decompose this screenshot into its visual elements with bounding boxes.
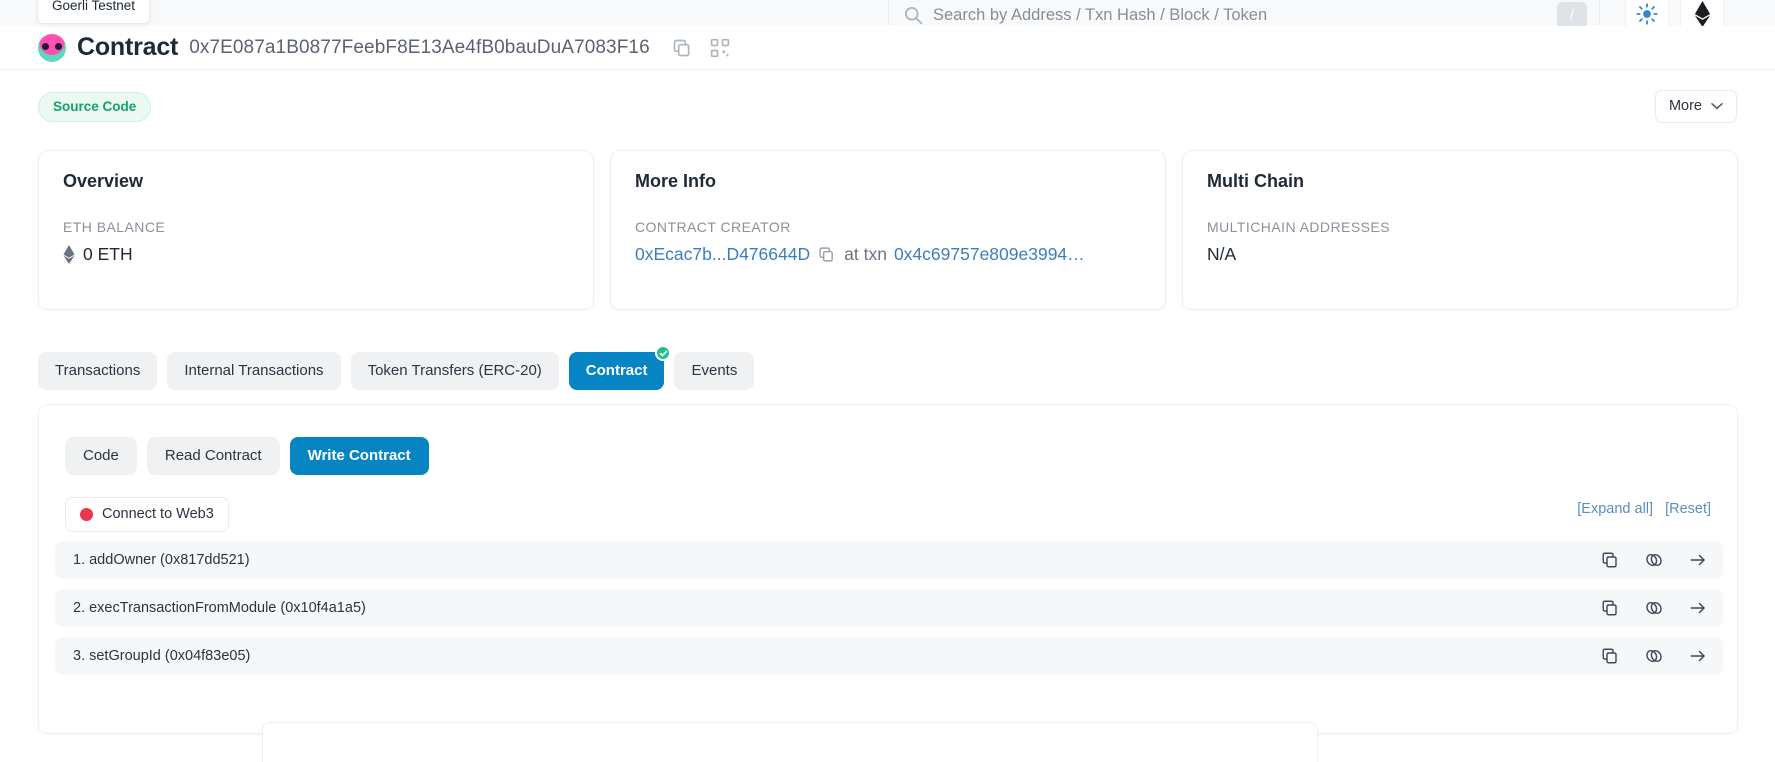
tab-contract[interactable]: Contract	[568, 345, 672, 390]
multichain-addresses-value: N/A	[1207, 244, 1237, 264]
contract-creator-row: 0xEcac7b...D476644D at txn 0x4c69757e809…	[635, 244, 1141, 265]
function-list: 1. addOwner (0x817dd521) 2. execTransact…	[55, 541, 1723, 685]
function-label: 3. setGroupId (0x04f83e05)	[73, 648, 251, 664]
more-button-label: More	[1668, 98, 1702, 114]
arrow-right-icon[interactable]	[1689, 647, 1707, 665]
panel-tool-links: [Expand all] [Reset]	[1577, 501, 1711, 517]
sun-icon	[1636, 3, 1658, 25]
ethereum-icon	[1694, 1, 1710, 27]
search-placeholder-text: Search by Address / Txn Hash / Block / T…	[933, 5, 1268, 24]
function-label: 1. addOwner (0x817dd521)	[73, 552, 250, 568]
more-info-card: More Info CONTRACT CREATOR 0xEcac7b...D4…	[610, 150, 1166, 310]
copy-icon[interactable]	[672, 38, 692, 58]
info-cards: Overview ETH BALANCE 0 ETH More Info CON…	[38, 150, 1738, 310]
contract-address: 0x7E087a1B0877FeebF8E13Ae4fB0bauDuA7083F…	[189, 36, 650, 58]
copy-icon[interactable]	[818, 246, 835, 263]
copy-icon[interactable]	[1601, 599, 1619, 617]
connection-status-dot-icon	[80, 507, 93, 521]
link-icon[interactable]	[1645, 647, 1663, 665]
badge-row: Source Code More	[0, 90, 1775, 132]
subtab-write-contract[interactable]: Write Contract	[289, 437, 429, 475]
multi-chain-card: Multi Chain MULTICHAIN ADDRESSES N/A	[1182, 150, 1738, 310]
copy-icon[interactable]	[1601, 551, 1619, 569]
eth-balance-label: ETH BALANCE	[63, 219, 166, 235]
at-txn-label: at txn	[844, 244, 887, 264]
status-badge-source-code: Source Code	[38, 92, 152, 122]
list-item[interactable]: 3. setGroupId (0x04f83e05)	[55, 637, 1723, 675]
search-icon	[905, 6, 923, 25]
page-bottom-panel	[262, 722, 1318, 762]
arrow-right-icon[interactable]	[1689, 551, 1707, 569]
tab-contract-label: Contract	[585, 362, 648, 379]
multi-chain-card-title: Multi Chain	[1207, 171, 1304, 191]
multichain-addresses-label: MULTICHAIN ADDRESSES	[1207, 219, 1390, 235]
copy-icon[interactable]	[1601, 647, 1619, 665]
arrow-right-icon[interactable]	[1689, 599, 1707, 617]
avatar	[38, 33, 66, 62]
contract-title-row: Contract 0x7E087a1B0877FeebF8E13Ae4fB0ba…	[0, 26, 1775, 70]
reset-link[interactable]: [Reset]	[1665, 501, 1711, 517]
verified-check-icon	[655, 345, 672, 361]
overview-card: Overview ETH BALANCE 0 ETH	[38, 150, 594, 310]
tab-events[interactable]: Events	[674, 352, 755, 390]
chevron-down-icon	[1711, 103, 1723, 110]
expand-all-link[interactable]: [Expand all]	[1577, 501, 1653, 517]
link-icon[interactable]	[1645, 551, 1663, 569]
link-icon[interactable]	[1645, 599, 1663, 617]
subtab-code[interactable]: Code	[65, 437, 137, 475]
list-item[interactable]: 1. addOwner (0x817dd521)	[55, 541, 1723, 579]
more-info-card-title: More Info	[635, 171, 716, 191]
tab-token-transfers[interactable]: Token Transfers (ERC-20)	[350, 352, 559, 390]
contract-subtabs: Code Read Contract Write Contract	[65, 437, 429, 475]
connect-to-web3-label: Connect to Web3	[102, 506, 214, 522]
connect-to-web3-button[interactable]: Connect to Web3	[65, 497, 229, 532]
contract-creator-label: CONTRACT CREATOR	[635, 219, 791, 235]
network-chip[interactable]: Goerli Testnet	[37, 0, 151, 24]
more-button[interactable]: More	[1654, 90, 1737, 123]
eth-balance-value: 0 ETH	[83, 244, 133, 264]
tab-transactions[interactable]: Transactions	[38, 352, 158, 390]
search-shortcut-key: /	[1557, 2, 1587, 28]
ethereum-icon	[63, 245, 75, 264]
tab-internal-transactions[interactable]: Internal Transactions	[167, 352, 341, 390]
main-tabs: Transactions Internal Transactions Token…	[38, 345, 755, 390]
list-item[interactable]: 2. execTransactionFromModule (0x10f4a1a5…	[55, 589, 1723, 627]
subtab-read-contract[interactable]: Read Contract	[146, 437, 280, 475]
overview-card-title: Overview	[63, 171, 144, 191]
page-title: Contract	[77, 33, 179, 61]
qr-code-icon[interactable]	[710, 38, 730, 58]
function-label: 2. execTransactionFromModule (0x10f4a1a5…	[73, 600, 366, 616]
creation-txn-link[interactable]: 0x4c69757e809e3994…	[894, 244, 1085, 265]
contract-creator-address-link[interactable]: 0xEcac7b...D476644D	[635, 244, 810, 265]
eth-balance-value-row: 0 ETH	[63, 244, 569, 265]
contract-panel: Code Read Contract Write Contract Connec…	[38, 404, 1738, 734]
